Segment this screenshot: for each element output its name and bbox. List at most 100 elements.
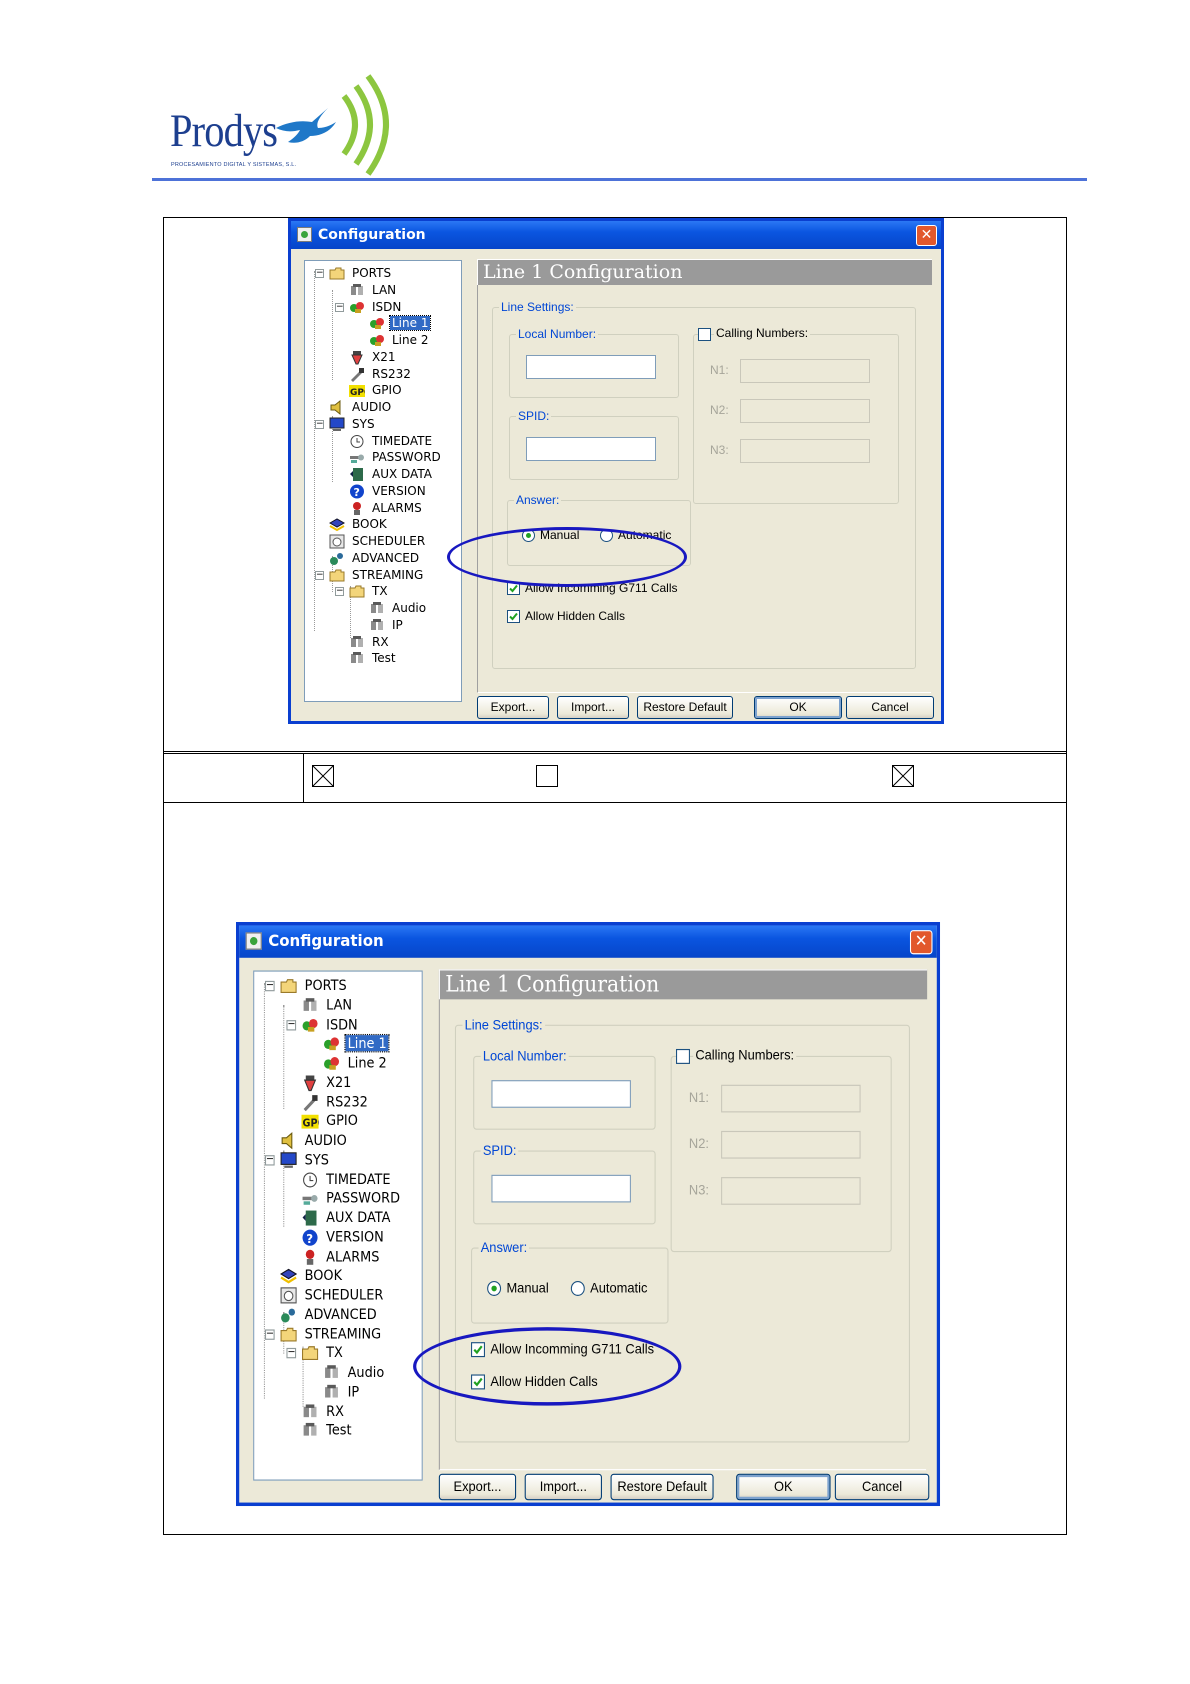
local-number-input[interactable] (526, 355, 656, 379)
tree-item-label: PORTS (304, 977, 347, 994)
ok-button[interactable]: OK (754, 696, 842, 719)
tree-item-label: AUDIO (352, 400, 392, 414)
config-icon (245, 932, 262, 950)
key-icon (349, 450, 365, 465)
line-icon (369, 333, 385, 348)
tree-expander-icon[interactable]: − (335, 587, 344, 597)
n2-input[interactable] (740, 399, 870, 423)
title-bar[interactable]: Configuration ✕ (291, 221, 941, 249)
tree-item-label: PORTS (352, 266, 392, 280)
n1-label: N1: (688, 1089, 709, 1106)
tree-item-label: Test (372, 651, 396, 666)
line-settings-label: Line Settings: (462, 1016, 545, 1033)
tree-item-label: SYS (304, 1151, 329, 1168)
x21-icon (349, 350, 365, 365)
tree-item-label: ISDN (326, 1016, 358, 1033)
tree-expander-icon[interactable]: − (286, 1019, 297, 1030)
close-button[interactable]: ✕ (916, 225, 937, 246)
line-icon (369, 316, 385, 331)
tree-item-label: STREAMING (304, 1325, 382, 1342)
title-bar[interactable]: Configuration ✕ (239, 925, 937, 958)
configuration-dialog: Configuration ✕ − PORTS LAN − ISDN Line 1 Line… (288, 218, 944, 724)
tree-connector (283, 1005, 285, 1109)
allow-hidden-checkbox[interactable] (507, 610, 520, 623)
tree-item-label: RS232 (326, 1093, 368, 1110)
n1-input[interactable] (740, 359, 870, 383)
network-icon (349, 283, 365, 298)
folder-icon (349, 584, 365, 599)
n1-input[interactable] (721, 1084, 861, 1113)
configuration-dialog: Configuration ✕ − PORTS LAN − ISDN Line 1 Line… (236, 922, 941, 1507)
option-checkbox-3[interactable] (892, 765, 914, 787)
tree-item-label: TX (372, 584, 388, 599)
tree-item-label: BOOK (352, 517, 387, 532)
tree-item-label: Line 1 (388, 315, 432, 332)
panel-title-bar: Line 1 Configuration (477, 259, 932, 285)
tree-item-label: X21 (372, 349, 396, 364)
tree-expander-icon[interactable]: − (335, 302, 344, 312)
n2-label: N2: (688, 1135, 709, 1152)
tree-expander-icon[interactable]: − (315, 419, 324, 429)
tree-expander-icon[interactable]: − (286, 1348, 297, 1359)
panel-title: Line 1 Configuration (445, 971, 660, 998)
network-icon (349, 651, 365, 666)
panel-title: Line 1 Configuration (483, 261, 683, 283)
n2-input[interactable] (721, 1130, 861, 1159)
ok-button[interactable]: OK (736, 1473, 831, 1501)
answer-manual-radio[interactable] (487, 1280, 502, 1296)
computer-icon (329, 417, 345, 432)
calling-numbers-checkbox[interactable] (676, 1048, 690, 1064)
network-icon (301, 1403, 318, 1420)
table-column-divider (303, 753, 304, 802)
tree-item-label: IP (392, 617, 403, 632)
n3-input[interactable] (721, 1177, 861, 1205)
answer-manual-label: Manual (506, 1279, 549, 1296)
restore-default-button[interactable]: Restore Default (610, 1473, 714, 1501)
hummingbird-icon (276, 74, 389, 176)
tree-expander-icon[interactable]: − (315, 570, 324, 580)
tree-item-label: AUX DATA (326, 1209, 391, 1226)
tree-expander-icon[interactable]: − (264, 980, 275, 992)
config-tree[interactable]: − PORTS LAN − ISDNLine 1Line 2 X21 RS232 GPO GPI… (253, 970, 423, 1481)
option-checkbox-2[interactable] (536, 765, 558, 787)
spid-input[interactable] (491, 1174, 631, 1203)
n3-label: N3: (710, 443, 729, 457)
tree-expander-icon[interactable]: − (315, 269, 324, 278)
book-icon (328, 517, 346, 532)
cancel-button[interactable]: Cancel (846, 696, 934, 719)
import-button[interactable]: Import... (524, 1473, 602, 1501)
import-button[interactable]: Import... (557, 696, 629, 719)
cancel-button[interactable]: Cancel (834, 1473, 930, 1501)
export-button[interactable]: Export... (438, 1473, 517, 1501)
tree-item-label: IP (347, 1383, 360, 1400)
n2-label: N2: (710, 403, 729, 417)
config-tree[interactable]: − PORTS LAN − ISDNLine 1Line 2 X21 RS232 GPO GPI… (304, 260, 462, 702)
speaker-icon (280, 1132, 297, 1150)
config-icon (297, 227, 312, 242)
screenshot-2: Configuration ✕ − PORTS LAN − ISDN Line 1 Line… (236, 922, 941, 1507)
calling-numbers-label: Calling Numbers: (714, 326, 811, 340)
export-button[interactable]: Export... (477, 696, 549, 719)
close-button[interactable]: ✕ (909, 930, 933, 955)
network-icon (349, 635, 365, 650)
calling-numbers-checkbox[interactable] (698, 328, 711, 341)
answer-automatic-radio[interactable] (570, 1280, 585, 1296)
n3-input[interactable] (740, 439, 870, 463)
allow-hidden-label: Allow Hidden Calls (525, 609, 626, 623)
help-icon: ? (301, 1229, 318, 1246)
restore-default-button[interactable]: Restore Default (637, 696, 733, 719)
tree-expander-icon[interactable]: − (264, 1328, 275, 1340)
local-number-input[interactable] (491, 1080, 631, 1108)
tree-item-label: AUDIO (304, 1132, 347, 1149)
config-frame: Line Settings: Local Number: SPID: Calli… (477, 285, 931, 693)
tree-item-label: ALARMS (372, 500, 422, 515)
clock-icon (349, 434, 365, 449)
tree-item-label: SCHEDULER (304, 1286, 384, 1303)
alarm-icon (349, 501, 365, 516)
tree-expander-icon[interactable]: − (264, 1154, 275, 1166)
option-checkbox-1[interactable] (312, 765, 334, 787)
tree-item-label: LAN (372, 282, 397, 297)
gpio-icon: GPO (301, 1113, 326, 1130)
spid-input[interactable] (526, 437, 656, 461)
local-number-label: Local Number: (480, 1047, 569, 1064)
